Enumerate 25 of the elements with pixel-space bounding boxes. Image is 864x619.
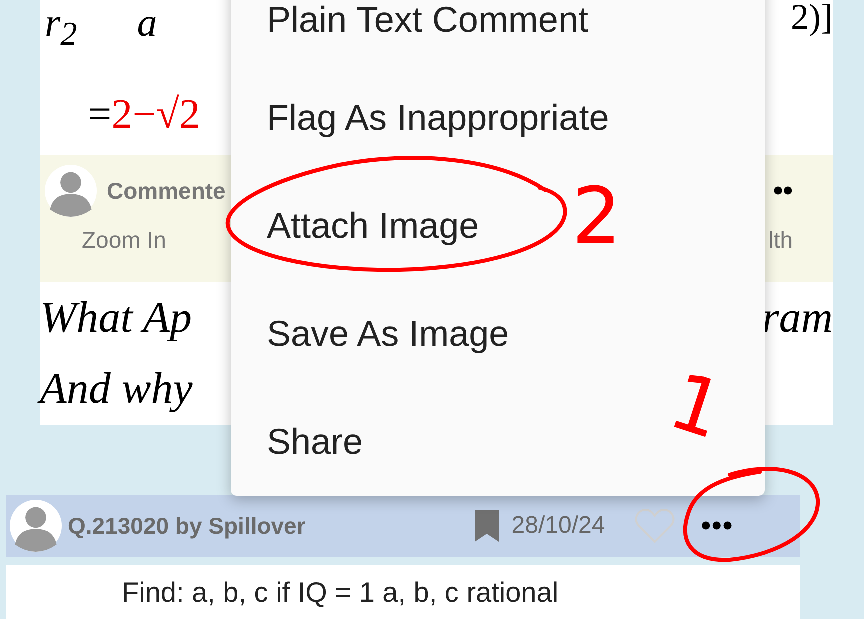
question-text: And why (40, 363, 193, 414)
question-text: Find: a, b, c if IQ = 1 a, b, c rational (122, 577, 559, 608)
menu-item[interactable]: Attach Image (267, 205, 480, 247)
question-text: What Ap (40, 292, 192, 342)
menu-item[interactable]: Share (267, 421, 364, 463)
question-title[interactable]: Q.213020 by Spillover (68, 512, 306, 540)
action-link[interactable]: lth (768, 227, 793, 254)
more-button[interactable]: ••• (701, 510, 734, 542)
annotation-mark: 2 (572, 178, 622, 256)
comment-author[interactable]: Commente (107, 178, 226, 204)
question-date: 28/10/24 (512, 512, 606, 540)
math-variable: a (137, 0, 158, 46)
more-icon[interactable]: •• (773, 175, 793, 207)
math-variable: r$_{2}$ (45, 0, 78, 55)
bookmark-icon[interactable] (474, 510, 500, 542)
menu-item[interactable]: Save As Image (267, 313, 510, 355)
menu-item[interactable]: Plain Text Comment (267, 0, 588, 41)
question-text: ram (762, 292, 833, 342)
math-expression: =2−√2 (88, 91, 200, 139)
zoom-in-link[interactable]: Zoom In (82, 227, 166, 254)
avatar-icon[interactable] (10, 500, 62, 552)
avatar-icon[interactable] (45, 165, 97, 217)
annotation-mark: 1 (661, 362, 732, 452)
math-expression: 2)] (791, 0, 833, 38)
menu-item[interactable]: Flag As Inappropriate (267, 97, 610, 139)
